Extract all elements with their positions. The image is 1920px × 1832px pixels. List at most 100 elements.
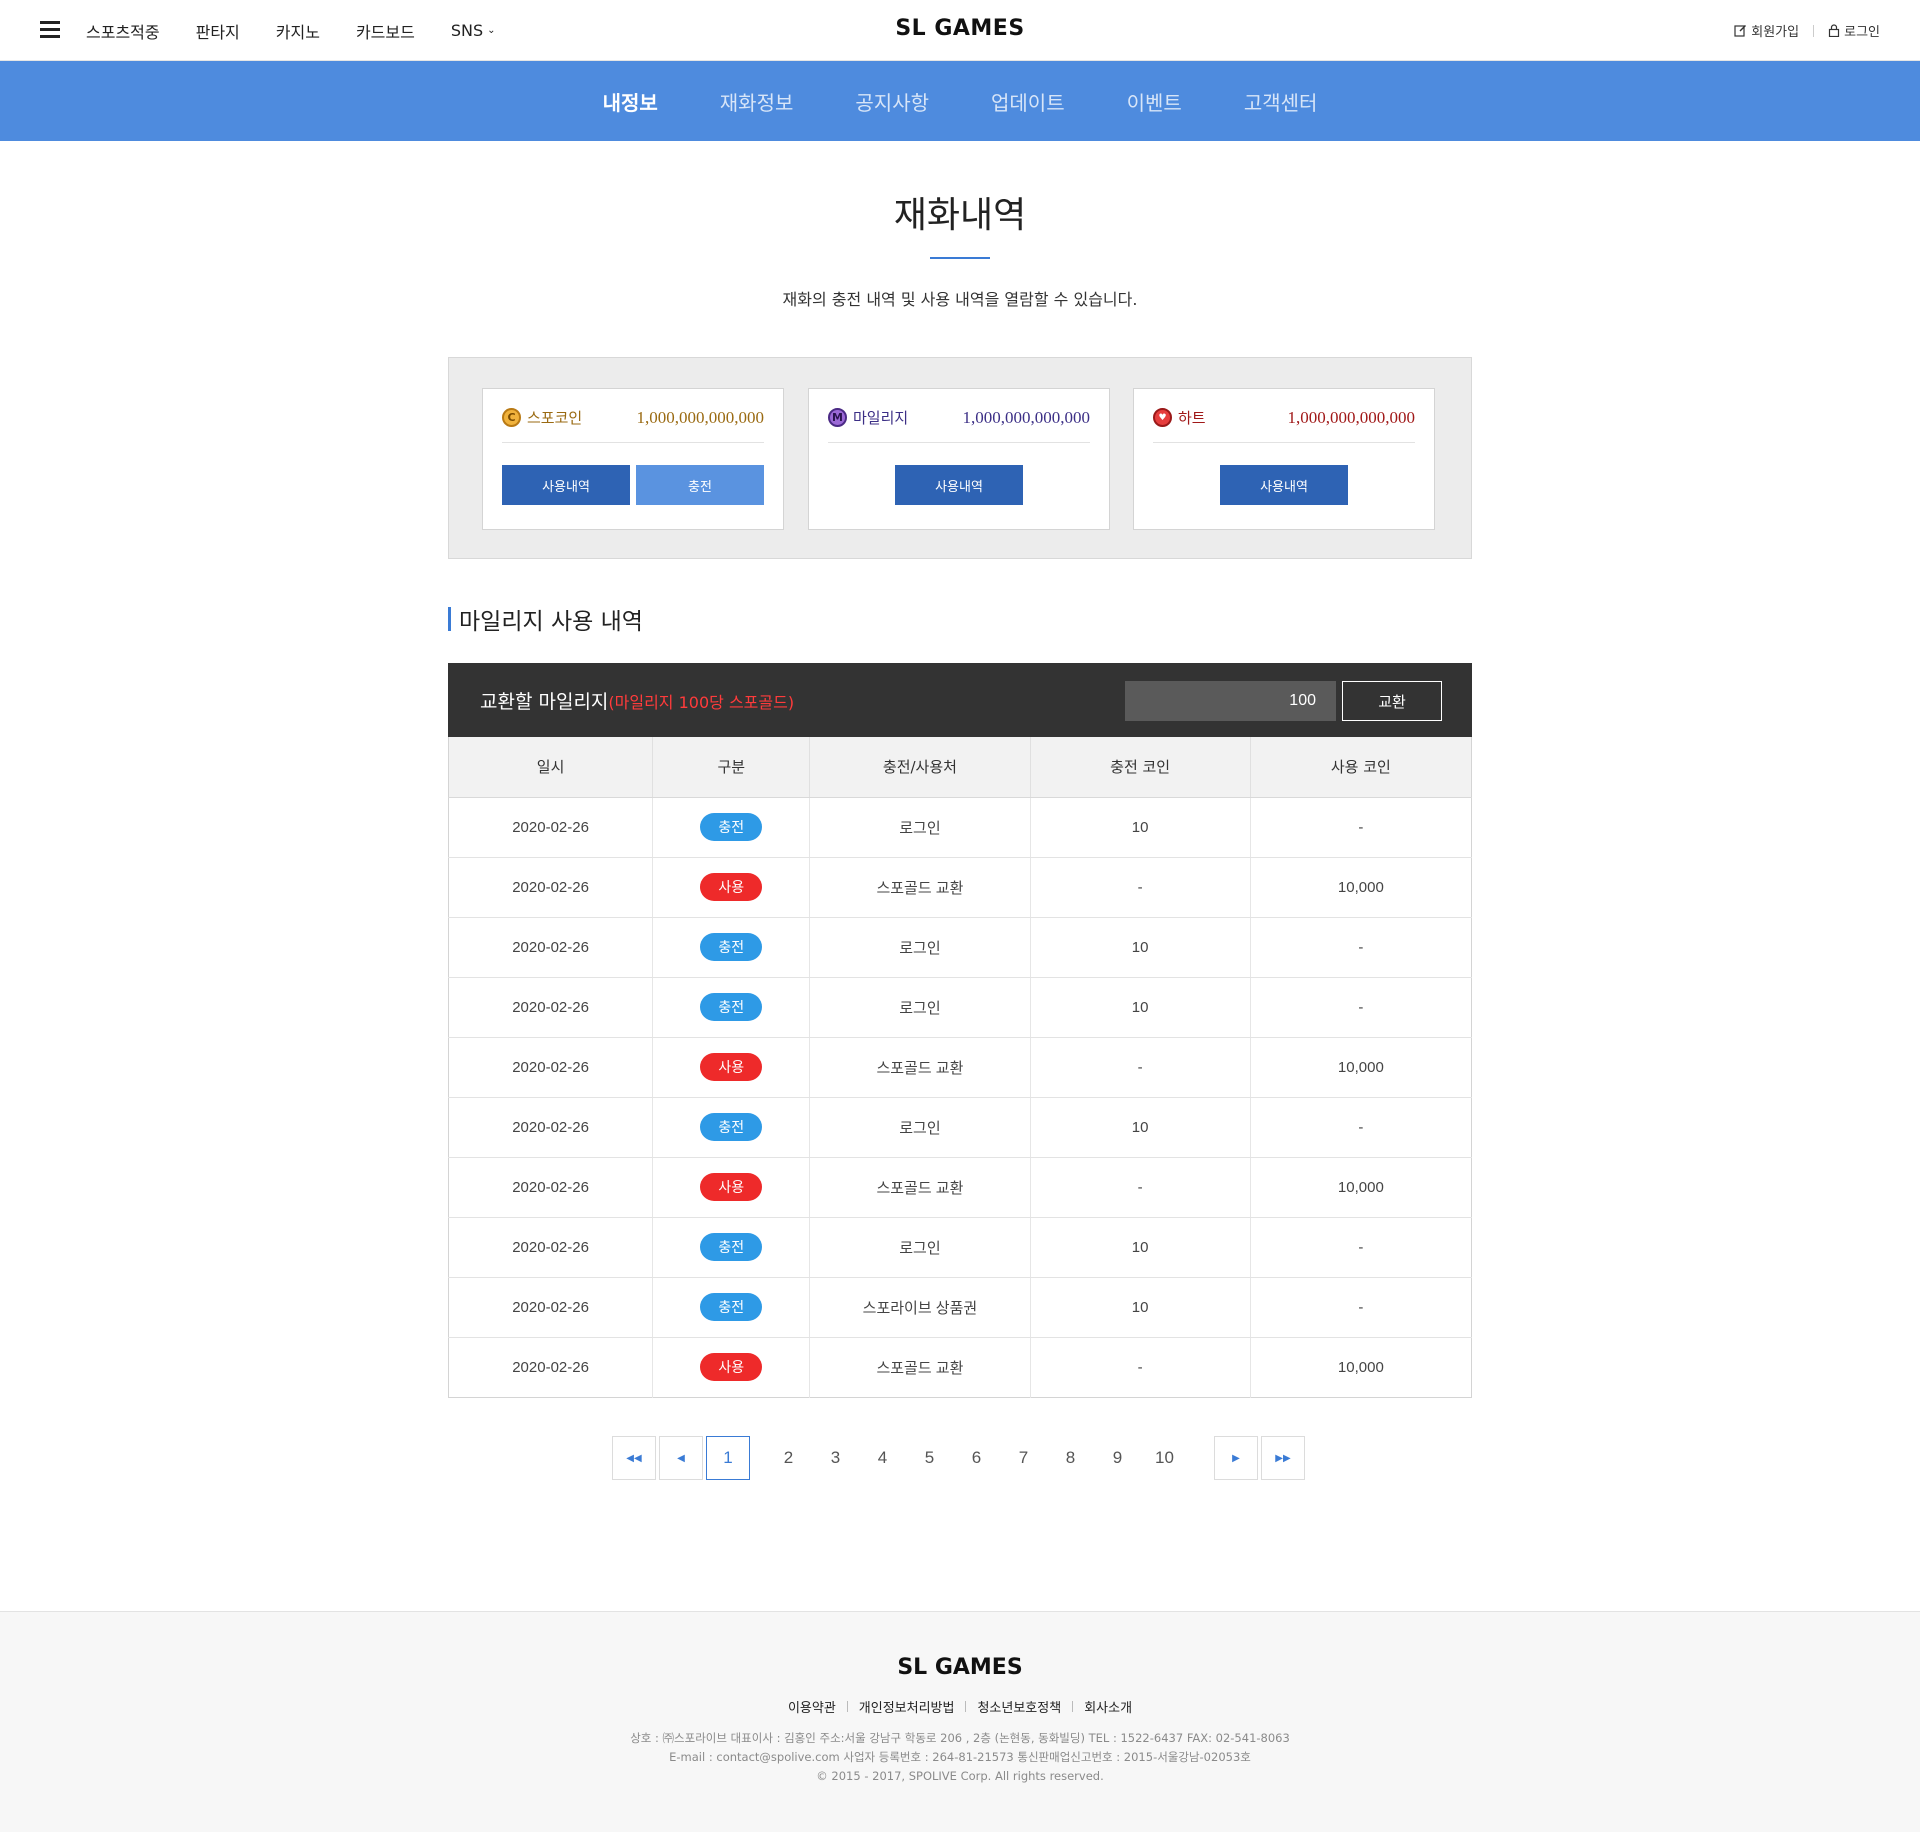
- first-page-icon[interactable]: ◀◀: [612, 1436, 656, 1480]
- nav-casino[interactable]: 카지노: [276, 19, 320, 43]
- cell-where: 스포골드 교환: [809, 1337, 1031, 1397]
- exchange-amount-input[interactable]: [1125, 681, 1336, 721]
- nav-sports[interactable]: 스포츠적중: [86, 19, 160, 43]
- cell-charge-coin: 10: [1030, 1217, 1251, 1278]
- nav-sns-label: SNS: [450, 21, 484, 40]
- divider: [846, 1701, 848, 1712]
- type-badge: 충전: [700, 1293, 763, 1321]
- tab-currency-info[interactable]: 재화정보: [720, 87, 794, 116]
- cell-charge-coin: 10: [1030, 917, 1251, 978]
- signup-label: 회원가입: [1751, 25, 1800, 40]
- cell-use-coin: -: [1250, 917, 1472, 978]
- wallet-balance: 1,000,000,000,000: [636, 407, 765, 427]
- cell-where: 로그인: [809, 977, 1031, 1038]
- prev-page-icon[interactable]: ◀: [659, 1436, 703, 1480]
- wallet-card-heart: ♥ 하트 1,000,000,000,000 사용내역: [1133, 388, 1435, 530]
- cell-use-coin: -: [1250, 1097, 1472, 1158]
- wallet-card-mileage: M 마일리지 1,000,000,000,000 사용내역: [808, 388, 1110, 530]
- type-badge: 사용: [700, 1353, 763, 1381]
- login-link[interactable]: 로그인: [1828, 21, 1880, 40]
- cell-where: 스포골드 교환: [809, 1037, 1031, 1098]
- cell-type: 사용: [652, 1157, 811, 1218]
- wallet-name: 하트: [1178, 409, 1206, 427]
- usage-history-button[interactable]: 사용내역: [895, 465, 1023, 505]
- table-row: 2020-02-26 충전 스포라이브 상품권 10-: [448, 1277, 1472, 1338]
- type-badge: 충전: [700, 1233, 763, 1261]
- tab-support[interactable]: 고객센터: [1244, 87, 1318, 116]
- footer-link-terms[interactable]: 이용약관: [788, 1697, 836, 1716]
- company-info: 상호 : ㈜스포라이브 대표이사 : 김홍인 주소:서울 강남구 학동로 206…: [0, 1729, 1920, 1786]
- page-title: 재화내역: [893, 195, 1027, 236]
- usage-history-button[interactable]: 사용내역: [502, 465, 630, 505]
- top-header: 스포츠적중 판타지 카지노 카드보드 SNS ⌄ SL GAMES 회원가입 로그…: [0, 0, 1920, 61]
- cell-charge-coin: -: [1030, 1037, 1251, 1098]
- account-links: 회원가입 로그인: [1734, 0, 1880, 61]
- cell-where: 로그인: [809, 1217, 1031, 1278]
- type-badge: 충전: [700, 933, 763, 961]
- next-page-icon[interactable]: ▶: [1214, 1436, 1258, 1480]
- last-page-icon[interactable]: ▶▶: [1261, 1436, 1305, 1480]
- usage-history-button[interactable]: 사용내역: [1220, 465, 1348, 505]
- section-title: 마일리지 사용 내역: [448, 606, 643, 635]
- cell-type: 충전: [652, 1097, 811, 1158]
- table-row: 2020-02-26 충전 로그인 10-: [448, 797, 1472, 858]
- page-number[interactable]: 6: [953, 1448, 1000, 1468]
- section-title-text: 마일리지 사용 내역: [459, 609, 643, 635]
- footer: SL GAMES 이용약관 개인정보처리방법 청소년보호정책 회사소개 상호 :…: [0, 1611, 1920, 1832]
- table-row: 2020-02-26 충전 로그인 10-: [448, 977, 1472, 1038]
- signup-link[interactable]: 회원가입: [1734, 21, 1799, 40]
- menu-icon[interactable]: [40, 21, 60, 39]
- cell-where: 로그인: [809, 917, 1031, 978]
- wallet-balance: 1,000,000,000,000: [1287, 407, 1416, 427]
- page-number[interactable]: 4: [859, 1448, 906, 1468]
- cell-date: 2020-02-26: [448, 1217, 654, 1278]
- tab-notice[interactable]: 공지사항: [855, 87, 929, 116]
- footer-link-about[interactable]: 회사소개: [1084, 1697, 1132, 1716]
- exchange-label: 교환할 마일리지(마일리지 100당 스포골드): [480, 687, 794, 714]
- cell-type: 충전: [652, 977, 811, 1038]
- company-info-line: 상호 : ㈜스포라이브 대표이사 : 김홍인 주소:서울 강남구 학동로 206…: [630, 1731, 1290, 1745]
- nav-cardboard[interactable]: 카드보드: [356, 19, 415, 43]
- footer-link-youth[interactable]: 청소년보호정책: [977, 1697, 1061, 1716]
- charge-button[interactable]: 충전: [636, 465, 764, 505]
- col-use-coin: 사용 코인: [1250, 737, 1472, 798]
- table-row: 2020-02-26 충전 로그인 10-: [448, 1217, 1472, 1278]
- divider: [1072, 1701, 1074, 1712]
- page-current[interactable]: 1: [706, 1436, 750, 1480]
- page-number[interactable]: 8: [1047, 1448, 1094, 1468]
- table-row: 2020-02-26 사용 스포골드 교환 -10,000: [448, 1037, 1472, 1098]
- nav-sns[interactable]: SNS ⌄: [451, 21, 496, 40]
- cell-type: 사용: [652, 857, 811, 918]
- spocoin-icon: C: [502, 408, 521, 427]
- footer-link-privacy[interactable]: 개인정보처리방법: [859, 1697, 955, 1716]
- heart-icon: ♥: [1153, 408, 1172, 427]
- page-number[interactable]: 3: [812, 1448, 859, 1468]
- nav-fantasy[interactable]: 판타지: [196, 19, 240, 43]
- edit-icon: [1734, 25, 1747, 37]
- pagination: ◀◀ ◀ 1 2 3 4 5 6 7 8 9 10 ▶ ▶▶: [612, 1436, 1305, 1480]
- cell-charge-coin: -: [1030, 1157, 1251, 1218]
- page-number[interactable]: 5: [906, 1448, 953, 1468]
- cell-type: 충전: [652, 917, 811, 978]
- site-logo[interactable]: SL GAMES: [895, 16, 1024, 41]
- type-badge: 충전: [700, 993, 763, 1021]
- mileage-history-table: 일시 구분 충전/사용처 충전 코인 사용 코인 2020-02-26 충전 로그인…: [448, 737, 1472, 1398]
- wallet-summary: C 스포코인 1,000,000,000,000 사용내역 충전 M 마일리지 …: [448, 357, 1472, 559]
- cell-date: 2020-02-26: [448, 857, 654, 918]
- tab-update[interactable]: 업데이트: [991, 87, 1065, 116]
- page-number[interactable]: 9: [1094, 1448, 1141, 1468]
- page-number[interactable]: 7: [1000, 1448, 1047, 1468]
- page-number[interactable]: 10: [1141, 1448, 1188, 1468]
- page-number[interactable]: 2: [765, 1448, 812, 1468]
- table-header-row: 일시 구분 충전/사용처 충전 코인 사용 코인: [448, 737, 1472, 798]
- type-badge: 사용: [700, 1053, 763, 1081]
- tab-my-info[interactable]: 내정보: [603, 87, 658, 116]
- lock-icon: [1829, 24, 1840, 37]
- cell-use-coin: -: [1250, 1217, 1472, 1278]
- cell-use-coin: 10,000: [1337, 1358, 1384, 1376]
- exchange-button[interactable]: 교환: [1342, 681, 1442, 721]
- section-bar: [448, 607, 451, 631]
- cell-use-coin: 10,000: [1250, 1157, 1472, 1218]
- tab-event[interactable]: 이벤트: [1127, 87, 1182, 116]
- table-row: 2020-02-26 사용 스포골드 교환 -10,000: [448, 857, 1472, 918]
